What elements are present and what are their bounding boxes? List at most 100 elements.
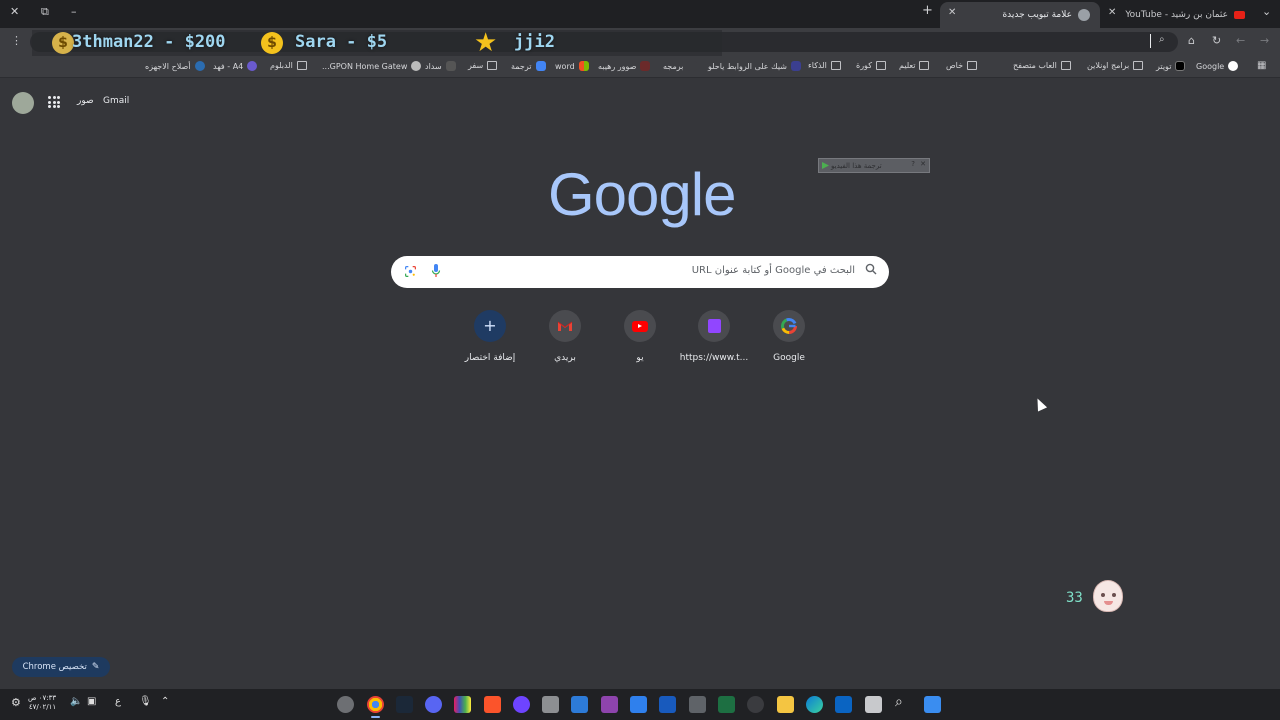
notepad-icon[interactable]: [630, 696, 647, 713]
language-indicator[interactable]: ع: [115, 696, 121, 707]
steam-icon[interactable]: [396, 696, 413, 713]
volume-icon[interactable]: 🔈: [70, 696, 82, 707]
tab-new-tab[interactable]: علامة تبويب جديدة ✕: [940, 2, 1100, 28]
apps-shortcut-icon[interactable]: ▦: [1257, 60, 1266, 71]
back-icon[interactable]: ←: [1236, 34, 1245, 47]
play-icon: [822, 162, 829, 169]
close-tab-icon[interactable]: ✕: [948, 7, 956, 18]
bookmark-folder[interactable]: الذكاء: [808, 61, 841, 70]
bookmark-folder[interactable]: سفر: [468, 61, 498, 70]
images-link[interactable]: صور: [77, 96, 94, 106]
minimize-window-button[interactable]: –: [71, 5, 77, 18]
coin-icon: $: [52, 32, 74, 54]
site-icon: [247, 61, 258, 71]
ticker-item: jji2: [514, 32, 555, 52]
site-icon: [687, 61, 698, 71]
avatar[interactable]: [12, 92, 34, 114]
ticker-item: 3thman22 - $200: [72, 32, 226, 52]
bookmark-item[interactable]: برمجه: [663, 61, 698, 71]
home-icon[interactable]: ⌂: [1188, 34, 1195, 47]
google-icon: [773, 310, 805, 342]
bookmark-folder[interactable]: خاص: [946, 61, 978, 70]
coin-icon: $: [261, 32, 283, 54]
gmail-link[interactable]: Gmail: [103, 96, 129, 106]
bookmark-folder[interactable]: تعليم: [899, 61, 930, 70]
app-icon-purple[interactable]: [513, 696, 530, 713]
store-icon[interactable]: [571, 696, 588, 713]
close-tab-icon[interactable]: ✕: [1108, 7, 1116, 18]
discord-icon[interactable]: [425, 696, 442, 713]
app-icon-tools[interactable]: [542, 696, 559, 713]
folder-icon: [1133, 61, 1144, 70]
translate-popup[interactable]: ترجمة هذا الفيديو ? ✕: [818, 158, 930, 173]
bookmark-item[interactable]: أصلاح الاجهزه: [145, 61, 205, 71]
bookmark-folder[interactable]: الدبلوم: [270, 61, 307, 70]
bookmark-folder[interactable]: العاب متصفح: [1013, 61, 1071, 70]
excel-icon[interactable]: [718, 696, 735, 713]
text-cursor: [1150, 34, 1151, 48]
folder-icon: [296, 61, 307, 70]
add-shortcut-button[interactable]: + إضافة اختصار: [450, 310, 530, 363]
customize-chrome-button[interactable]: تخصيص Chrome ✎: [12, 657, 110, 677]
x-icon: [1175, 61, 1186, 71]
google-apps-icon[interactable]: [48, 96, 60, 108]
calculator-icon[interactable]: [689, 696, 706, 713]
close-window-button[interactable]: ✕: [10, 5, 19, 18]
bookmark-folder[interactable]: برامج اونلاين: [1087, 61, 1144, 70]
word-icon[interactable]: [659, 696, 676, 713]
search-icon: ⌕: [1159, 34, 1165, 45]
tray-overflow-icon[interactable]: ⌃: [161, 696, 169, 707]
bookmark-item[interactable]: ترجمة: [511, 61, 546, 71]
brave-icon[interactable]: [484, 696, 501, 713]
tab-youtube[interactable]: عثمان بن رشيد - YouTube ✕: [1100, 2, 1255, 28]
mic-icon[interactable]: [431, 264, 441, 278]
settings-icon[interactable]: ⚙: [11, 696, 21, 709]
bookmark-item[interactable]: GPON Home Gatew...: [322, 61, 422, 71]
outlook-icon[interactable]: [835, 696, 852, 713]
new-tab-button[interactable]: +: [922, 3, 933, 18]
bookmark-item[interactable]: شيك على الروابط ياحلو: [708, 61, 801, 71]
folder-icon: [830, 61, 841, 70]
shortcut-google[interactable]: Google: [749, 310, 829, 363]
menu-icon[interactable]: ⋮: [11, 34, 22, 47]
mascot-icon: [1093, 580, 1123, 612]
shortcut-twitch[interactable]: https://www.t...: [674, 310, 754, 363]
close-icon[interactable]: ✕: [920, 160, 926, 168]
bookmark-item[interactable]: صوور رهيبه: [598, 61, 651, 71]
network-icon[interactable]: ▣: [87, 696, 96, 707]
edge-icon[interactable]: [806, 696, 823, 713]
viewer-count: 33: [1066, 590, 1083, 606]
ticker-item: Sara - $5: [295, 32, 388, 52]
bookmark-item[interactable]: تويتر: [1156, 61, 1186, 71]
taskbar-clock[interactable]: ٠٧:٣٣ ص ٤٧/٠٢/١١: [28, 694, 56, 712]
translate-popup-label: ترجمة هذا الفيديو: [831, 161, 882, 170]
bookmark-item[interactable]: سداد: [425, 61, 456, 71]
bookmark-item[interactable]: Google: [1196, 61, 1239, 71]
start-icon[interactable]: [924, 696, 941, 713]
bookmark-item[interactable]: word: [555, 61, 589, 71]
forward-icon[interactable]: →: [1260, 34, 1269, 47]
bookmark-folder[interactable]: كورة: [856, 61, 886, 70]
bookmark-item[interactable]: A4 - فهد: [213, 61, 258, 71]
tab-search-button[interactable]: ⌄: [1262, 5, 1271, 18]
google-icon: [1228, 61, 1239, 71]
shortcut-label: Google: [773, 353, 805, 363]
search-icon[interactable]: ⌕: [895, 694, 903, 710]
task-view-icon[interactable]: [865, 696, 882, 713]
restore-window-button[interactable]: ⧉: [41, 5, 49, 19]
app-icon-circle[interactable]: [747, 696, 764, 713]
help-icon[interactable]: ?: [911, 160, 915, 168]
search-input[interactable]: البحث في Google أو كتابة عنوان URL: [692, 265, 855, 276]
google-lens-icon[interactable]: [404, 265, 417, 278]
shortcut-gmail[interactable]: بريدي: [525, 310, 605, 363]
app-icon-feather[interactable]: [601, 696, 618, 713]
microphone-icon[interactable]: 🎙: [139, 696, 152, 707]
chrome-taskbar-icon[interactable]: [367, 696, 384, 718]
reload-icon[interactable]: ↻: [1212, 34, 1221, 47]
shortcut-youtube[interactable]: يو: [600, 310, 680, 363]
file-explorer-icon[interactable]: [777, 696, 794, 713]
folder-icon: [1060, 61, 1071, 70]
app-icon-obs[interactable]: [337, 696, 354, 713]
app-icon-color[interactable]: [454, 696, 471, 713]
search-box[interactable]: البحث في Google أو كتابة عنوان URL: [391, 256, 889, 288]
